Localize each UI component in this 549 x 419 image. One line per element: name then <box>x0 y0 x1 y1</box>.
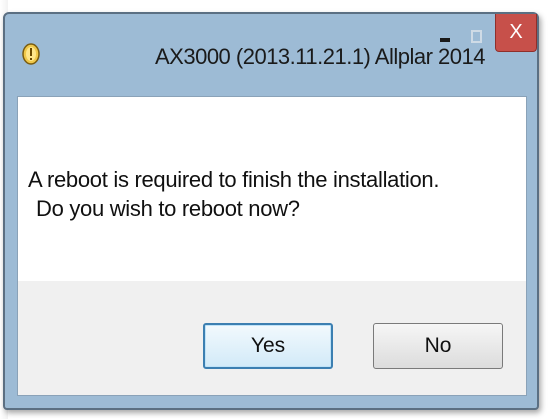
dialog-content: A reboot is required to finish the insta… <box>17 96 527 396</box>
button-bar: Yes No <box>18 281 526 395</box>
close-button[interactable]: X <box>495 14 537 52</box>
close-icon: X <box>509 21 523 43</box>
message-line-2: Do you wish to reboot now? <box>36 196 300 221</box>
message-line-1: A reboot is required to finish the insta… <box>28 167 440 192</box>
minimize-icon <box>440 38 450 42</box>
no-button[interactable]: No <box>373 323 503 369</box>
dialog-message: A reboot is required to finish the insta… <box>28 165 439 223</box>
dialog-window: AX3000 (2013.11.21.1) Allplar 2014 X A r… <box>3 12 539 410</box>
yes-button[interactable]: Yes <box>203 323 333 369</box>
maximize-icon <box>470 30 482 43</box>
app-warning-icon <box>21 42 41 66</box>
minimize-button[interactable] <box>430 14 460 58</box>
title-bar[interactable]: AX3000 (2013.11.21.1) Allplar 2014 X <box>5 14 537 94</box>
maximize-button[interactable] <box>463 14 489 58</box>
